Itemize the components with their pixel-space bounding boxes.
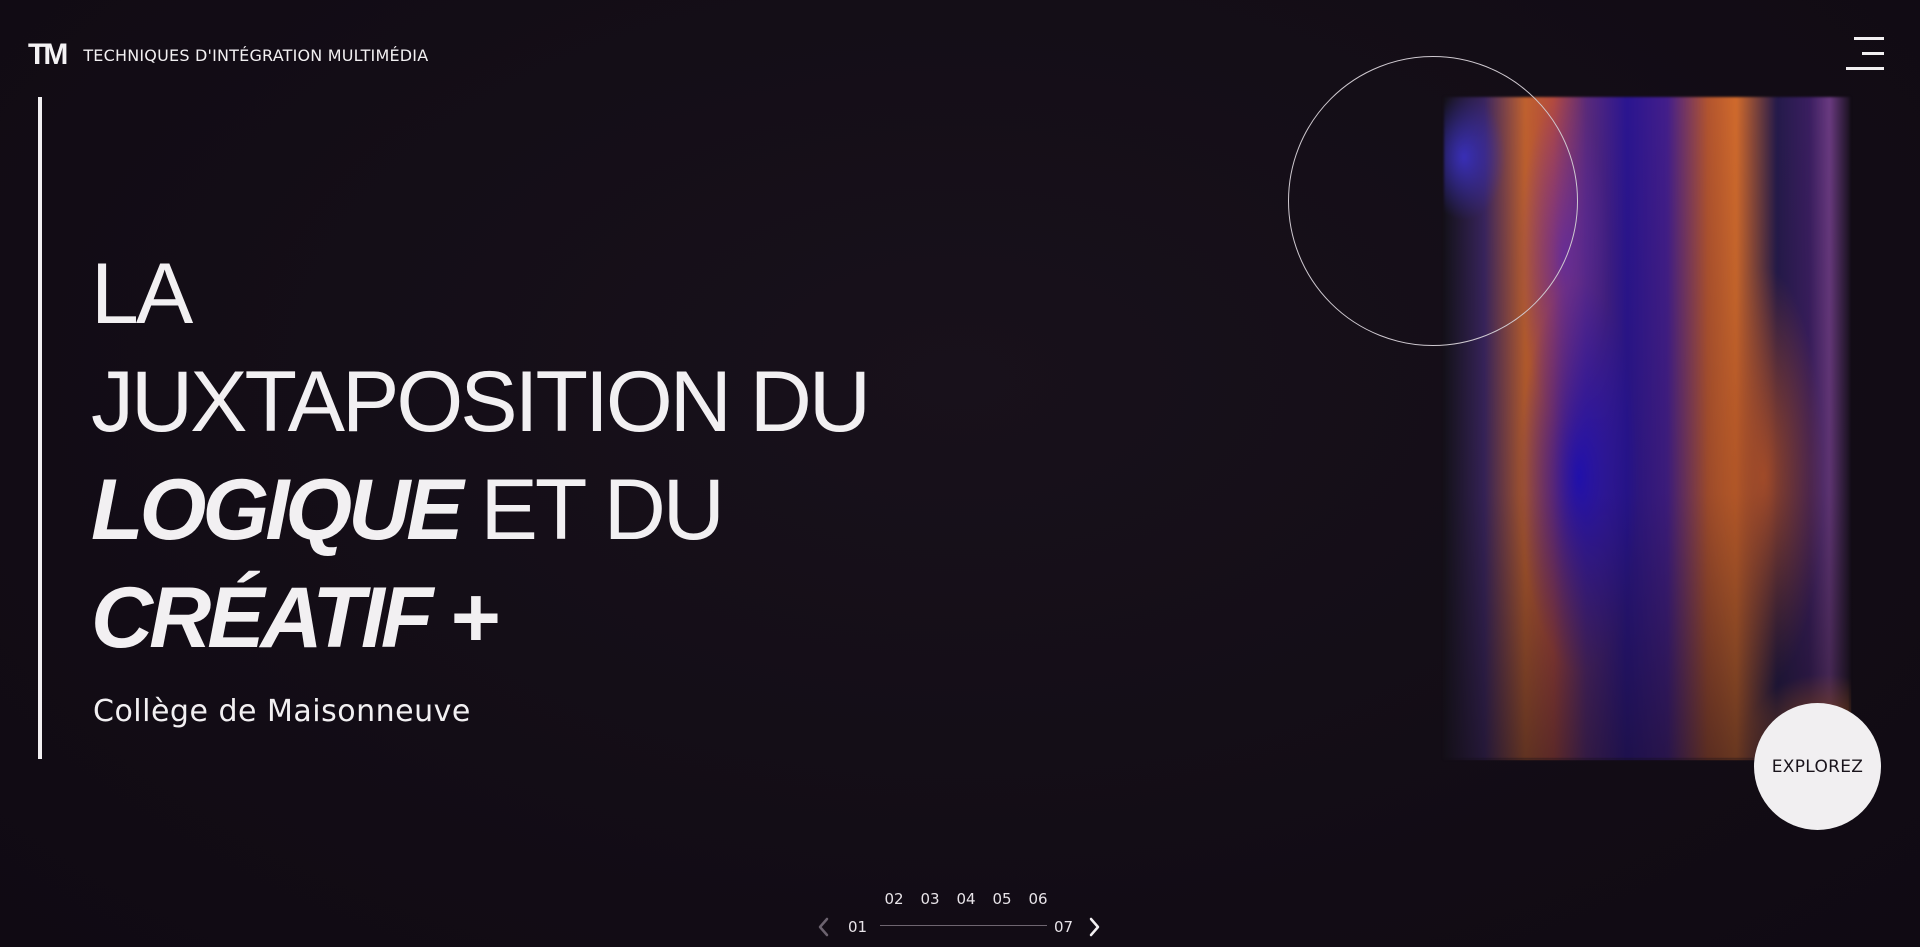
headline-line-3: LOGIQUE ET DU [91,456,868,564]
chevron-right-icon[interactable] [1084,916,1104,938]
page: TM TECHNIQUES D'INTÉGRATION MULTIMÉDIA L… [0,0,1920,947]
pager-last-page: 07 [1054,918,1074,936]
pager-page-04[interactable]: 04 [948,890,984,908]
site-title: TECHNIQUES D'INTÉGRATION MULTIMÉDIA [83,45,429,65]
pager-page-05[interactable]: 05 [984,890,1020,908]
site-logo-link[interactable]: TM TECHNIQUES D'INTÉGRATION MULTIMÉDIA [28,38,429,71]
pager-page-03[interactable]: 03 [912,890,948,908]
pager: 01 07 [814,916,1104,938]
explore-button[interactable]: EXPLOREZ [1754,703,1881,830]
pager-progress-track [880,925,1047,926]
pager-page-list: 02 03 04 05 06 [876,890,1056,908]
pager-page-02[interactable]: 02 [876,890,912,908]
headline-line-4: CRÉATIF + [91,564,868,672]
headline-line-2: JUXTAPOSITION DU [91,354,871,450]
decorative-circle [1288,56,1578,346]
chevron-left-icon[interactable] [814,916,834,938]
tm-logo-mark: TM [28,38,68,71]
headline-line-1: LA [91,246,193,342]
hero-headline: LA JUXTAPOSITION DU LOGIQUE ET DU CRÉATI… [91,240,871,672]
pager-current-page: 01 [848,918,868,936]
headline-bold-logique: LOGIQUE [91,462,464,558]
headline-et-du: ET DU [459,462,724,558]
vertical-divider [38,97,42,759]
headline-bold-creatif: CRÉATIF + [91,570,499,666]
hero-subtitle: Collège de Maisonneuve [93,694,471,729]
hamburger-menu-icon[interactable] [1846,34,1886,74]
pager-page-06[interactable]: 06 [1020,890,1056,908]
